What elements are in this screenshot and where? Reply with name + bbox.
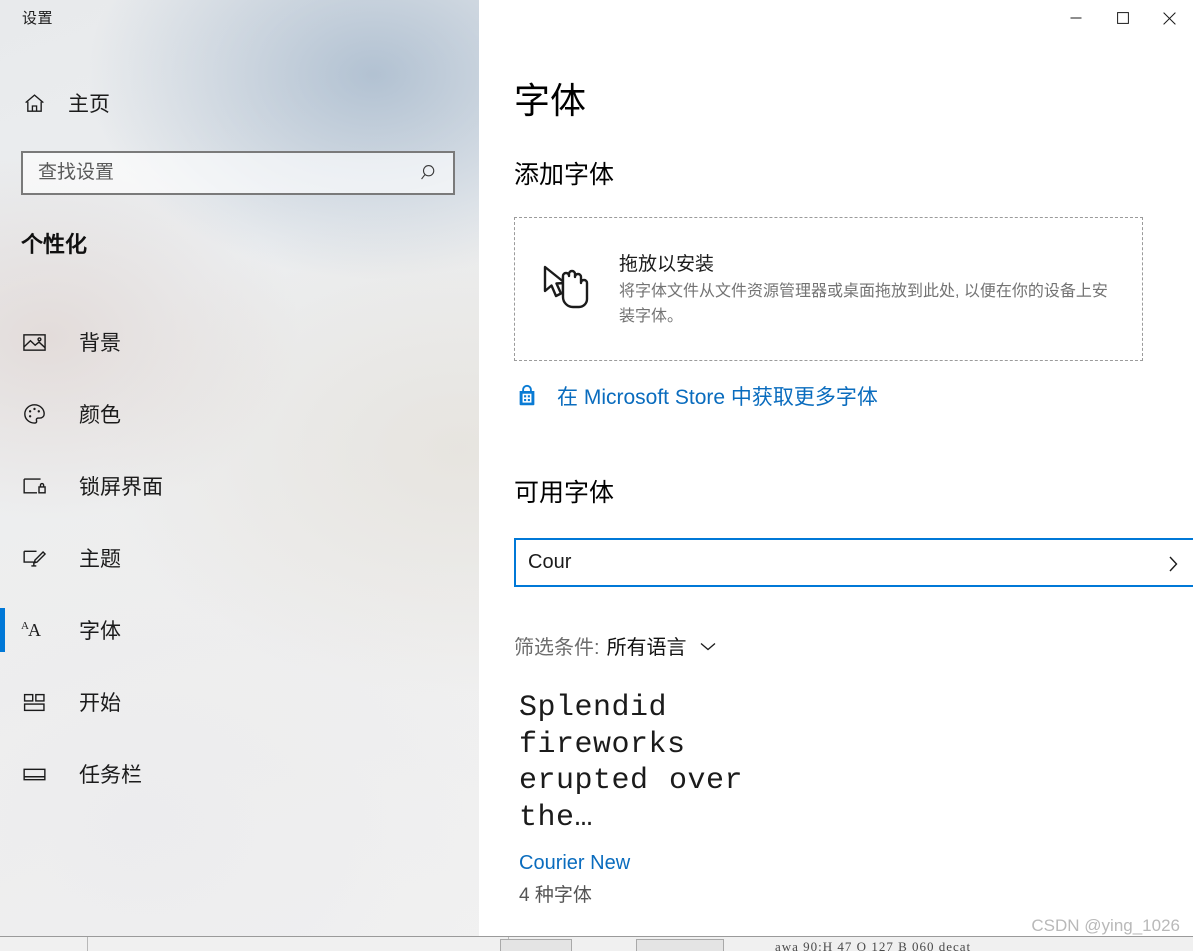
lockscreen-icon — [21, 473, 55, 500]
chevron-down-icon — [698, 639, 718, 653]
background-window-button — [500, 939, 572, 951]
sidebar-nav-list: 背景 颜色 锁屏界面 主题 AA 字体 开始 任务栏 — [0, 306, 479, 810]
selection-accent-bar — [0, 608, 5, 652]
sidebar-item-background[interactable]: 背景 — [0, 306, 479, 378]
microsoft-store-link-label: 在 Microsoft Store 中获取更多字体 — [557, 386, 878, 409]
add-font-heading: 添加字体 — [514, 161, 615, 189]
font-aa-icon: AA — [21, 619, 41, 640]
sidebar-item-lockscreen[interactable]: 锁屏界面 — [0, 450, 479, 522]
drop-zone-description: 将字体文件从文件资源管理器或桌面拖放到此处, 以便在你的设备上安装字体。 — [619, 283, 1108, 325]
sidebar-item-label: 主题 — [79, 548, 121, 571]
background-window-segment — [0, 937, 88, 951]
watermark: CSDN @ying_1026 — [1031, 916, 1180, 935]
maximize-button[interactable] — [1099, 0, 1146, 36]
sidebar-item-colors[interactable]: 颜色 — [0, 378, 479, 450]
sidebar: 设置 主页 查找设置 个性化 背景 颜色 锁屏界面 主题 AA 字体 开始 任务… — [0, 0, 479, 936]
sidebar-item-label: 开始 — [79, 692, 121, 715]
background-window-status-text: awa 90:H 47 O 127 B 060 decat — [775, 939, 972, 951]
font-face-count: 4 种字体 — [519, 885, 592, 907]
window-title: 设置 — [22, 10, 54, 27]
close-button[interactable] — [1146, 0, 1193, 36]
filter-label: 筛选条件: — [514, 637, 600, 659]
sidebar-item-label: 颜色 — [79, 404, 121, 427]
sidebar-item-label: 任务栏 — [79, 764, 142, 787]
drop-zone-texts: 拖放以安装 将字体文件从文件资源管理器或桌面拖放到此处, 以便在你的设备上安装字… — [619, 249, 1116, 329]
font-search-input[interactable] — [528, 551, 1193, 574]
available-fonts-heading: 可用字体 — [514, 479, 615, 507]
filter-value: 所有语言 — [606, 637, 687, 659]
start-grid-icon — [21, 689, 55, 716]
content-pane: 字体 添加字体 拖放以安装 将字体文件从文件资源管理器或桌面拖放到此处, 以便在… — [479, 0, 1193, 936]
drop-zone-title: 拖放以安装 — [619, 254, 715, 276]
font-filter-dropdown[interactable]: 筛选条件: 所有语言 — [514, 631, 718, 660]
minimize-button[interactable] — [1052, 0, 1099, 36]
sidebar-item-label: 字体 — [79, 620, 121, 643]
screen-root: awa 90:H 47 O 127 B 060 decat 设置 主页 查找设置… — [0, 0, 1193, 951]
sidebar-item-home[interactable]: 主页 — [0, 84, 479, 122]
microsoft-store-icon — [514, 383, 544, 409]
settings-window: 设置 主页 查找设置 个性化 背景 颜色 锁屏界面 主题 AA 字体 开始 任务… — [0, 0, 1193, 936]
settings-search-box[interactable] — [21, 151, 455, 195]
sidebar-item-taskbar[interactable]: 任务栏 — [0, 738, 479, 810]
background-window-button — [636, 939, 724, 951]
font-search-box[interactable] — [514, 538, 1193, 587]
font-family-name: Courier New — [519, 852, 631, 875]
microsoft-store-link[interactable]: 在 Microsoft Store 中获取更多字体 — [514, 381, 878, 411]
sidebar-item-start[interactable]: 开始 — [0, 666, 479, 738]
background-window-segment — [89, 937, 509, 951]
home-icon — [22, 91, 52, 116]
font-drop-zone[interactable]: 拖放以安装 将字体文件从文件资源管理器或桌面拖放到此处, 以便在你的设备上安装字… — [514, 217, 1143, 361]
drag-drop-cursor-icon — [541, 263, 603, 316]
page-title: 字体 — [514, 80, 587, 121]
sidebar-item-fonts[interactable]: AA 字体 — [0, 594, 479, 666]
window-controls — [1052, 0, 1193, 36]
brush-icon — [21, 545, 55, 572]
image-icon — [21, 329, 55, 356]
search-input[interactable] — [38, 162, 417, 184]
sidebar-home-label: 主页 — [68, 93, 110, 116]
sidebar-item-themes[interactable]: 主题 — [0, 522, 479, 594]
sidebar-item-label: 锁屏界面 — [79, 476, 163, 499]
palette-icon — [21, 401, 55, 428]
background-window-strip — [0, 936, 1193, 951]
search-icon — [417, 162, 443, 184]
taskbar-icon — [21, 761, 55, 788]
sidebar-item-label: 背景 — [79, 332, 121, 355]
font-result-card[interactable]: Splendid fireworks erupted over the… Cou… — [519, 690, 789, 907]
font-preview-text: Splendid fireworks erupted over the… — [519, 691, 744, 835]
chevron-right-icon — [1167, 553, 1180, 580]
sidebar-category-title: 个性化 — [21, 232, 88, 257]
